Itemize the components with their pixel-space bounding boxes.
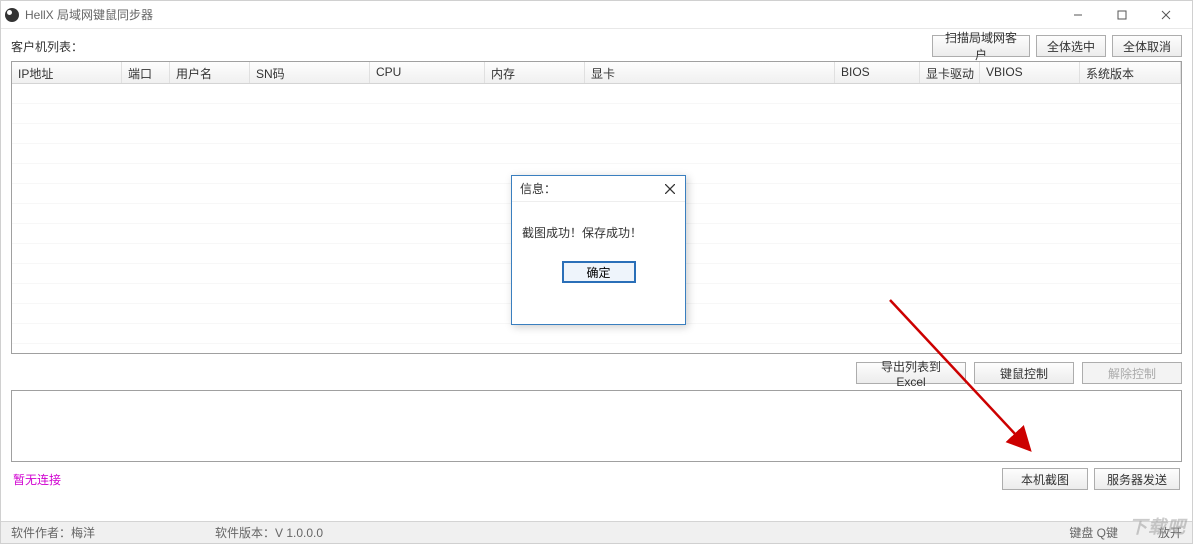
top-row: 客户机列表： 扫描局域网客户 全体选中 全体取消 (11, 35, 1182, 57)
col-user[interactable]: 用户名 (170, 62, 250, 83)
bottom-row: 暂无连接 本机截图 服务器发送 (11, 468, 1182, 490)
table-header: IP地址 端口 用户名 SN码 CPU 内存 显卡 BIOS 显卡驱动 VBIO… (12, 62, 1181, 84)
scan-lan-button[interactable]: 扫描局域网客户 (932, 35, 1030, 57)
mid-action-row: 导出列表到Excel 键鼠控制 解除控制 (11, 362, 1182, 384)
release-control-button[interactable]: 解除控制 (1082, 362, 1182, 384)
server-send-button[interactable]: 服务器发送 (1094, 468, 1180, 490)
log-area[interactable] (11, 390, 1182, 462)
version-label: 软件版本：V 1.0.0.0 (215, 524, 323, 541)
statusbar-left: 软件作者：梅洋 软件版本：V 1.0.0.0 (11, 524, 323, 541)
author-label: 软件作者：梅洋 (11, 524, 95, 541)
maximize-button[interactable] (1100, 2, 1144, 28)
export-excel-button[interactable]: 导出列表到Excel (856, 362, 966, 384)
dialog-ok-button[interactable]: 确定 (562, 261, 636, 283)
col-gpu[interactable]: 显卡 (585, 62, 835, 83)
dialog-titlebar: 信息： (512, 176, 685, 202)
watermark-text: 下载吧 (1129, 513, 1186, 539)
deselect-all-button[interactable]: 全体取消 (1112, 35, 1182, 57)
local-screenshot-button[interactable]: 本机截图 (1002, 468, 1088, 490)
minimize-icon (1073, 10, 1083, 20)
col-os[interactable]: 系统版本 (1080, 62, 1181, 83)
dialog-footer: 确定 (512, 251, 685, 295)
maximize-icon (1117, 10, 1127, 20)
col-mem[interactable]: 内存 (485, 62, 585, 83)
titlebar: HellX 局域网键鼠同步器 (1, 1, 1192, 29)
connection-status: 暂无连接 (13, 471, 61, 488)
window-title: HellX 局域网键鼠同步器 (25, 6, 1056, 23)
col-cpu[interactable]: CPU (370, 62, 485, 83)
close-button[interactable] (1144, 2, 1188, 28)
close-icon (1161, 10, 1171, 20)
minimize-button[interactable] (1056, 2, 1100, 28)
statusbar: 软件作者：梅洋 软件版本：V 1.0.0.0 键盘 Q键 放开 (1, 521, 1192, 543)
keyboard-label: 键盘 Q键 (1069, 524, 1118, 541)
dialog-title: 信息： (520, 180, 556, 197)
close-icon (665, 184, 675, 194)
dialog-message: 截图成功！保存成功！ (512, 202, 685, 251)
bottom-button-group: 本机截图 服务器发送 (1002, 468, 1180, 490)
km-control-button[interactable]: 键鼠控制 (974, 362, 1074, 384)
top-button-group: 扫描局域网客户 全体选中 全体取消 (932, 35, 1182, 57)
col-bios[interactable]: BIOS (835, 62, 920, 83)
app-icon (5, 8, 19, 22)
col-port[interactable]: 端口 (122, 62, 170, 83)
select-all-button[interactable]: 全体选中 (1036, 35, 1106, 57)
col-gpu-driver[interactable]: 显卡驱动 (920, 62, 980, 83)
col-sn[interactable]: SN码 (250, 62, 370, 83)
window-controls (1056, 2, 1188, 28)
client-list-label: 客户机列表： (11, 38, 83, 55)
col-ip[interactable]: IP地址 (12, 62, 122, 83)
info-dialog: 信息： 截图成功！保存成功！ 确定 (511, 175, 686, 325)
dialog-close-button[interactable] (661, 180, 679, 198)
col-vbios[interactable]: VBIOS (980, 62, 1080, 83)
